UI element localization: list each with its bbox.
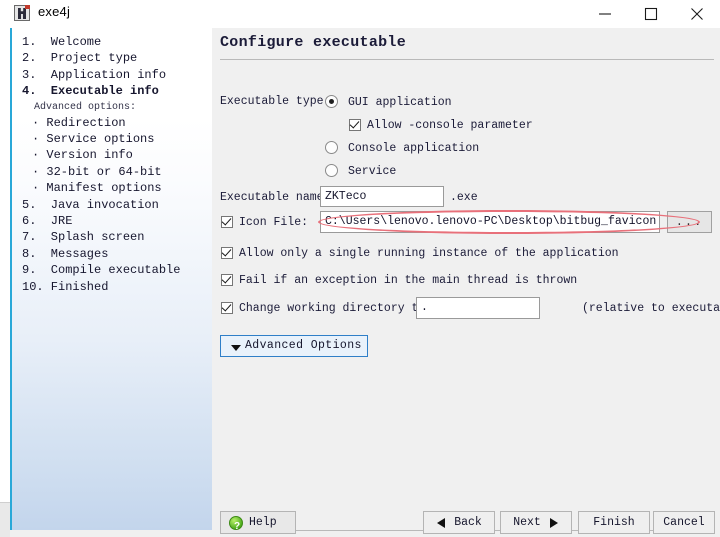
advanced-options-button[interactable]: Advanced Options bbox=[220, 335, 368, 357]
bottom-left-strip bbox=[0, 502, 10, 537]
checkbox-fail-on-exception-label: Fail if an exception in the main thread … bbox=[239, 274, 578, 287]
sidebar-item-application-info[interactable]: 3. Application info bbox=[22, 67, 212, 83]
radio-service-label: Service bbox=[348, 165, 397, 178]
icon-file-browse-button[interactable]: ... bbox=[667, 211, 712, 233]
checkbox-allow-console-parameter-label: Allow -console parameter bbox=[367, 119, 533, 132]
exe4j-wizard-window: exe4j 1. Welcome 2. Project type 3. Appl… bbox=[0, 0, 720, 537]
radio-console-application[interactable] bbox=[325, 141, 338, 154]
sidebar-item-redirection[interactable]: · Redirection bbox=[22, 115, 212, 131]
help-button-label: Help bbox=[249, 516, 277, 529]
title-divider bbox=[220, 59, 714, 60]
executable-name-label: Executable name: bbox=[220, 191, 331, 204]
sidebar-item-project-type[interactable]: 2. Project type bbox=[22, 50, 212, 66]
help-button[interactable]: ? Help bbox=[220, 511, 296, 534]
radio-service[interactable] bbox=[325, 164, 338, 177]
working-directory-input[interactable]: . bbox=[416, 297, 540, 319]
maximize-button[interactable] bbox=[628, 0, 674, 28]
sidebar-item-service-options[interactable]: · Service options bbox=[22, 131, 212, 147]
checkbox-allow-console-parameter[interactable] bbox=[349, 119, 361, 131]
checkbox-single-instance-label: Allow only a single running instance of … bbox=[239, 247, 619, 260]
icon-file-input[interactable]: C:\Users\lenovo.lenovo-PC\Desktop\bitbug… bbox=[320, 211, 660, 233]
maximize-icon bbox=[644, 7, 658, 21]
chevron-down-icon bbox=[231, 345, 241, 351]
minimize-button[interactable] bbox=[582, 0, 628, 28]
sidebar-item-finished[interactable]: 10. Finished bbox=[22, 279, 212, 295]
left-margin bbox=[0, 28, 10, 502]
sidebar-item-32-or-64-bit[interactable]: · 32-bit or 64-bit bbox=[22, 164, 212, 180]
arrow-right-icon bbox=[550, 518, 558, 528]
cancel-button-label: Cancel bbox=[663, 516, 705, 529]
title-bar: exe4j bbox=[0, 0, 720, 28]
finish-button-label: Finish bbox=[593, 516, 635, 529]
radio-console-application-label: Console application bbox=[348, 142, 480, 155]
app-icon-badge bbox=[25, 5, 30, 9]
close-button[interactable] bbox=[674, 0, 720, 28]
checkbox-change-working-directory-label: Change working directory to: bbox=[239, 302, 433, 315]
finish-button[interactable]: Finish bbox=[578, 511, 650, 534]
sidebar-item-jre[interactable]: 6. JRE bbox=[22, 213, 212, 229]
working-directory-hint: (relative to executable) bbox=[582, 302, 720, 315]
cancel-button[interactable]: Cancel bbox=[653, 511, 715, 534]
page-title: Configure executable bbox=[220, 34, 407, 51]
checkbox-icon-file[interactable] bbox=[221, 216, 233, 228]
sidebar-advanced-options-header: Advanced options: bbox=[34, 101, 137, 113]
sidebar-item-splash-screen[interactable]: 7. Splash screen bbox=[22, 229, 212, 245]
radio-gui-application[interactable] bbox=[325, 95, 338, 108]
window-controls bbox=[582, 0, 720, 28]
back-button[interactable]: Back bbox=[423, 511, 495, 534]
close-icon bbox=[691, 8, 703, 20]
sidebar-item-version-info[interactable]: · Version info bbox=[22, 147, 212, 163]
back-button-label: Back bbox=[454, 516, 482, 529]
wizard-step-list: 1. Welcome 2. Project type 3. Applicatio… bbox=[22, 34, 212, 295]
sidebar-item-manifest-options[interactable]: · Manifest options bbox=[22, 180, 212, 196]
radio-gui-application-label: GUI application bbox=[348, 96, 452, 109]
executable-type-label: Executable type: bbox=[220, 95, 331, 108]
next-button-label: Next bbox=[513, 516, 541, 529]
app-icon-glyph bbox=[18, 8, 26, 19]
checkbox-fail-on-exception[interactable] bbox=[221, 274, 233, 286]
main-panel: Configure executable Executable type: GU… bbox=[212, 28, 720, 537]
sidebar-item-welcome[interactable]: 1. Welcome bbox=[22, 34, 212, 50]
sidebar-item-compile-executable[interactable]: 9. Compile executable bbox=[22, 262, 212, 278]
next-button[interactable]: Next bbox=[500, 511, 572, 534]
window-body: 1. Welcome 2. Project type 3. Applicatio… bbox=[0, 28, 720, 537]
executable-name-input[interactable]: ZKTeco bbox=[320, 186, 444, 207]
sidebar-item-messages[interactable]: 8. Messages bbox=[22, 246, 212, 262]
checkbox-single-instance[interactable] bbox=[221, 247, 233, 259]
wizard-steps-sidebar: 1. Welcome 2. Project type 3. Applicatio… bbox=[10, 28, 212, 530]
exe4j-app-icon bbox=[14, 5, 30, 21]
help-icon: ? bbox=[229, 516, 243, 532]
sidebar-item-executable-info[interactable]: 4. Executable info bbox=[22, 83, 212, 99]
advanced-options-button-label: Advanced Options bbox=[245, 339, 362, 352]
executable-name-suffix: .exe bbox=[450, 191, 478, 204]
minimize-icon bbox=[599, 13, 611, 15]
arrow-left-icon bbox=[437, 518, 445, 528]
sidebar-item-java-invocation[interactable]: 5. Java invocation bbox=[22, 197, 212, 213]
icon-file-label: Icon File: bbox=[239, 216, 309, 229]
checkbox-change-working-directory[interactable] bbox=[221, 302, 233, 314]
window-title: exe4j bbox=[38, 4, 71, 19]
